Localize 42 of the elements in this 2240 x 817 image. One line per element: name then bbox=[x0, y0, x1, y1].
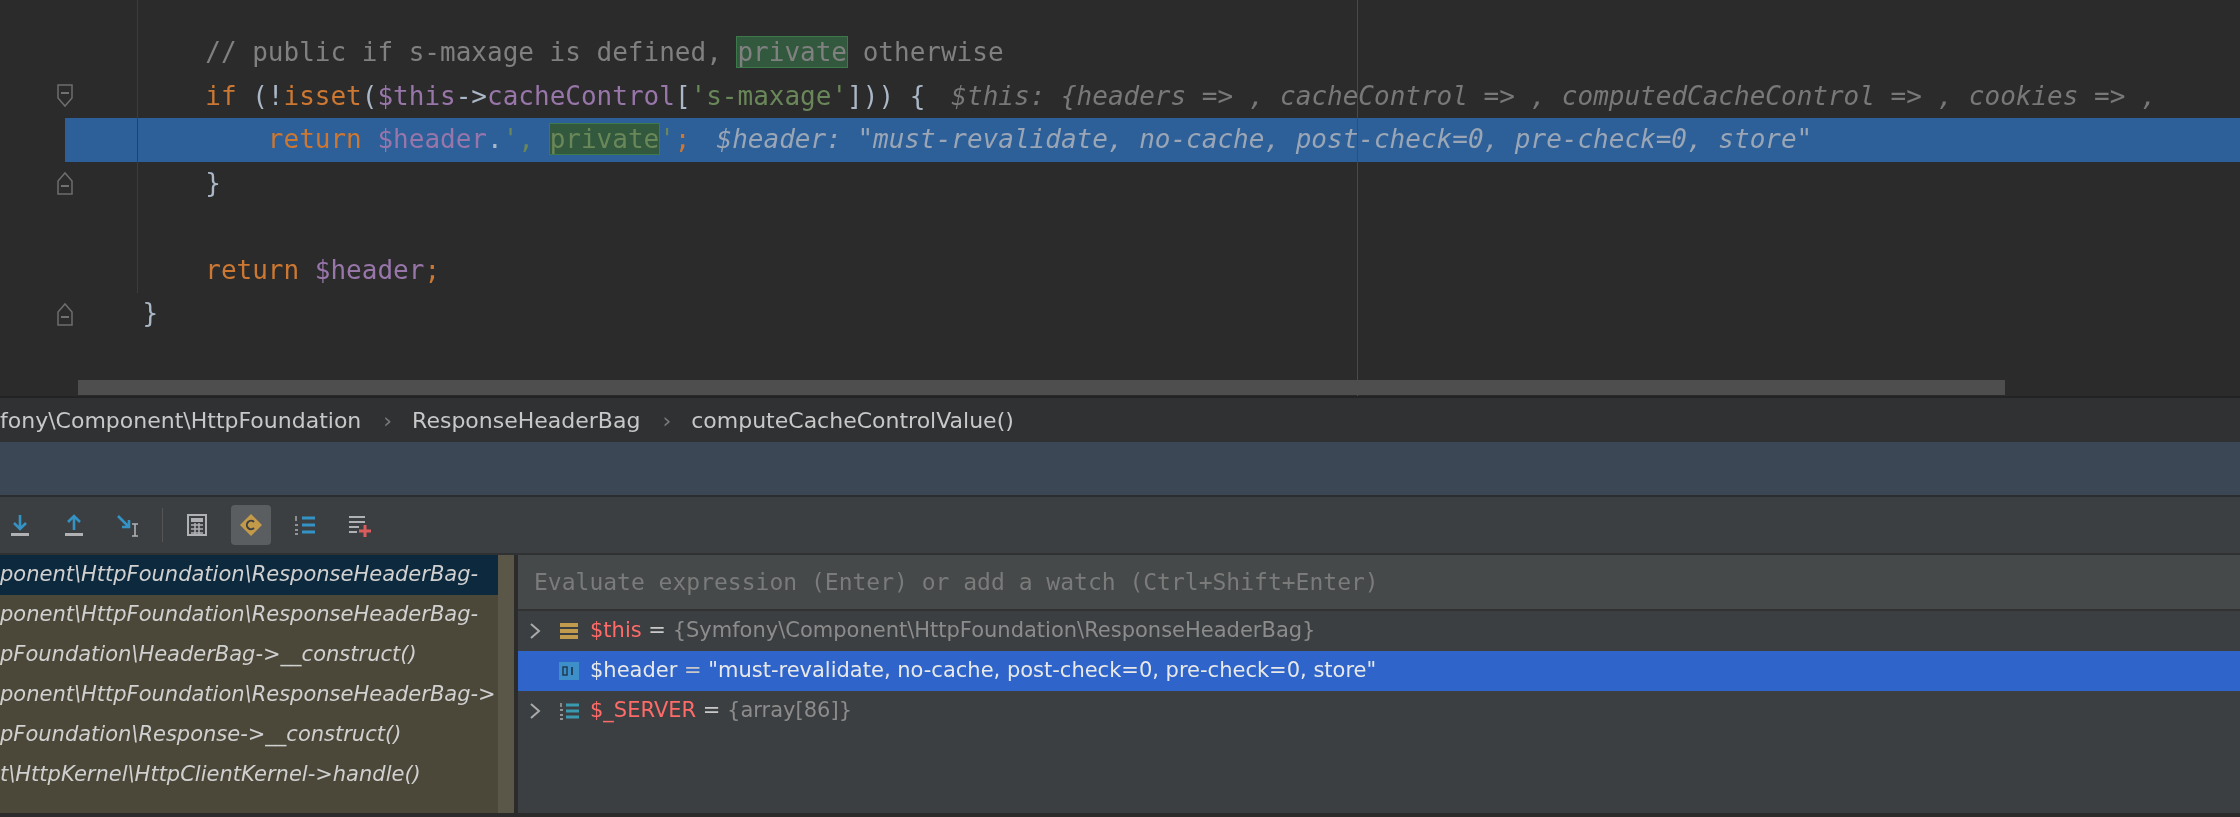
stack-frame[interactable]: pFoundation\HeaderBag->__construct() bbox=[0, 635, 500, 675]
variable-text: $_SERVER = {array[86]} bbox=[590, 697, 852, 725]
variable-text: $header = "must-revalidate, no-cache, post-check=0, pre-check=0, store" bbox=[590, 657, 1377, 685]
expand-icon[interactable] bbox=[528, 701, 542, 722]
variable-row[interactable]: $header = "must-revalidate, no-cache, post-check=0, pre-check=0, store" bbox=[518, 651, 2240, 691]
code-line: } bbox=[204, 166, 221, 200]
run-to-cursor-icon bbox=[116, 513, 140, 537]
breadcrumb-item[interactable]: computeCacheControlValue() bbox=[691, 403, 1014, 437]
numbered-list-icon bbox=[293, 513, 317, 537]
code-line: } bbox=[141, 297, 159, 331]
array-icon bbox=[558, 700, 580, 722]
stack-frame[interactable]: ponent\HttpFoundation\ResponseHeaderBag-> bbox=[0, 675, 500, 715]
calculator-icon bbox=[185, 513, 209, 537]
fold-icon bbox=[57, 171, 73, 196]
code-line: return $header; bbox=[204, 253, 441, 287]
stack-frame[interactable]: ponent\HttpFoundation\ResponseHeaderBag- bbox=[0, 555, 500, 595]
inline-value-hint: $this: {headers => , cacheControl => , computedCacheControl => , cookies => , bbox=[951, 79, 2158, 113]
code-line: if (!isset($this->cacheControl['s-maxage'])) { bbox=[204, 79, 926, 113]
variable-row[interactable]: $this = {Symfony\Component\HttpFoundation\ResponseHeaderBag} bbox=[518, 611, 2240, 651]
horizontal-scrollbar[interactable] bbox=[78, 380, 2005, 395]
code-line: return $header.', private'; bbox=[266, 123, 691, 157]
stack-frame[interactable]: ponent\HttpFoundation\ResponseHeaderBag- bbox=[0, 595, 500, 635]
breadcrumb-item[interactable]: fony\Component\HttpFoundation bbox=[0, 403, 362, 437]
diamond-icon bbox=[239, 513, 263, 537]
fold-icon bbox=[57, 84, 73, 109]
breadcrumb-separator: › bbox=[383, 406, 393, 435]
toolbar-button[interactable] bbox=[231, 505, 271, 545]
expand-icon[interactable] bbox=[528, 621, 542, 642]
code-line: // public if s-maxage is defined, private otherwise bbox=[204, 36, 1004, 70]
stack-frame[interactable]: t\HttpKernel\HttpClientKernel->handle() bbox=[0, 755, 500, 795]
primitive-icon bbox=[558, 660, 580, 682]
object-icon bbox=[558, 620, 580, 642]
breadcrumb-item[interactable]: ResponseHeaderBag bbox=[412, 403, 641, 437]
variable-text: $this = {Symfony\Component\HttpFoundation\ResponseHeaderBag} bbox=[590, 617, 1316, 645]
fold-icon bbox=[57, 301, 73, 326]
stack-frame[interactable]: pFoundation\Response->__construct() bbox=[0, 715, 500, 755]
step-out-icon bbox=[62, 513, 86, 537]
variable-row[interactable]: $_SERVER = {array[86]} bbox=[518, 691, 2240, 731]
step-into-icon bbox=[8, 513, 32, 537]
vertical-scrollbar[interactable] bbox=[498, 555, 514, 813]
add-watch-icon bbox=[347, 513, 371, 537]
breadcrumb-separator: › bbox=[662, 406, 672, 435]
